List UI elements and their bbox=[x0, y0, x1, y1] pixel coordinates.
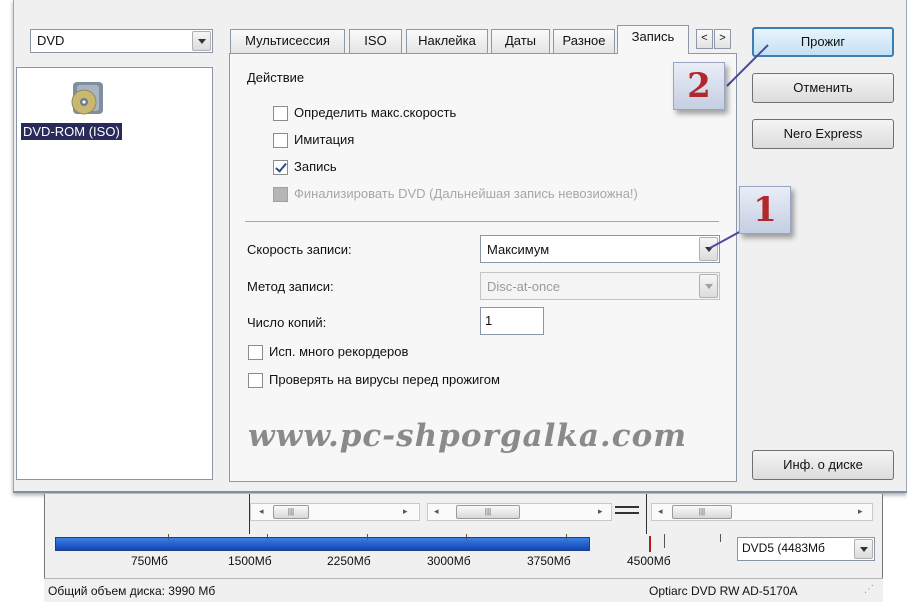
scale-tick bbox=[267, 534, 268, 540]
simulation-label: Имитация bbox=[294, 132, 355, 147]
scroll-right-icon[interactable]: ▸ bbox=[598, 506, 603, 517]
scroll-left-icon[interactable]: ◂ bbox=[658, 506, 663, 517]
disc-size-combo[interactable]: DVD5 (4483Мб bbox=[737, 537, 875, 561]
capacity-limit-marker bbox=[649, 536, 651, 552]
disc-capacity-bar bbox=[55, 537, 590, 551]
scale-label: 4500Мб bbox=[627, 554, 671, 568]
copies-label: Число копий: bbox=[247, 315, 327, 330]
pane-divider bbox=[646, 494, 647, 534]
chevron-down-icon[interactable] bbox=[854, 539, 873, 559]
device-type-value: DVD bbox=[37, 33, 65, 48]
write-speed-label: Скорость записи: bbox=[247, 242, 352, 257]
simulation-checkbox[interactable] bbox=[273, 133, 288, 148]
write-method-label: Метод записи: bbox=[247, 279, 334, 294]
horizontal-scrollbar[interactable]: ◂ ||| ▸ bbox=[427, 503, 612, 521]
tab-scroll-right-icon[interactable]: > bbox=[714, 29, 731, 49]
scale-label: 2250Мб bbox=[327, 554, 371, 568]
status-bar: Общий объем диска: 3990 Мб Optiarc DVD R… bbox=[44, 578, 883, 602]
write-speed-combo[interactable]: Максимум bbox=[480, 235, 720, 263]
write-method-combo: Disc-at-once bbox=[480, 272, 720, 300]
tab-scroll-left-icon[interactable]: < bbox=[696, 29, 713, 49]
write-label: Запись bbox=[294, 159, 337, 174]
chevron-down-icon bbox=[699, 274, 718, 298]
scale-label: 750Мб bbox=[131, 554, 168, 568]
nero-express-button[interactable]: Nero Express bbox=[752, 119, 894, 149]
scale-tick bbox=[168, 534, 169, 540]
scale-label: 1500Мб bbox=[228, 554, 272, 568]
scale-label: 3000Мб bbox=[427, 554, 471, 568]
scroll-right-icon[interactable]: ▸ bbox=[403, 506, 408, 517]
cancel-button[interactable]: Отменить bbox=[752, 73, 894, 103]
finalize-dvd-label: Финализировать DVD (Дальнейшая запись не… bbox=[294, 186, 638, 201]
write-speed-value: Максимум bbox=[487, 242, 550, 257]
callout-badge-2: 2 bbox=[673, 62, 725, 110]
copies-input[interactable]: 1 bbox=[480, 307, 544, 335]
callout-badge-1: 1 bbox=[739, 186, 791, 234]
device-list[interactable]: DVD-ROM (ISO) bbox=[16, 67, 213, 480]
detect-max-speed-checkbox[interactable] bbox=[273, 106, 288, 121]
tab-dates[interactable]: Даты bbox=[491, 29, 550, 53]
chevron-down-icon[interactable] bbox=[699, 237, 718, 261]
disc-info-button[interactable]: Инф. о диске bbox=[752, 450, 894, 480]
device-item-label[interactable]: DVD-ROM (ISO) bbox=[21, 123, 122, 140]
tab-misc[interactable]: Разное bbox=[553, 29, 615, 53]
burn-button[interactable]: Прожиг bbox=[752, 27, 894, 57]
splitter-grip-icon[interactable] bbox=[615, 506, 639, 514]
write-checkbox[interactable] bbox=[273, 160, 288, 175]
watermark: www.pc-shporgalka.com bbox=[248, 418, 688, 454]
scale-tick bbox=[720, 534, 721, 542]
virus-check-checkbox[interactable] bbox=[248, 373, 263, 388]
scroll-thumb[interactable]: ||| bbox=[672, 505, 732, 519]
action-heading: Действие bbox=[247, 70, 305, 85]
horizontal-scrollbar[interactable]: ◂ ||| ▸ bbox=[250, 503, 420, 521]
resize-grip-icon[interactable]: ⋰ bbox=[864, 584, 874, 595]
write-method-value: Disc-at-once bbox=[487, 279, 560, 294]
scale-tick bbox=[566, 534, 567, 540]
scroll-right-icon[interactable]: ▸ bbox=[858, 506, 863, 517]
scale-label: 3750Мб bbox=[527, 554, 571, 568]
separator bbox=[245, 221, 719, 222]
dvd-disc-icon bbox=[71, 82, 103, 115]
detect-max-speed-label: Определить макс.скорость bbox=[294, 105, 457, 120]
scale-tick bbox=[664, 534, 665, 548]
tab-multisession[interactable]: Мультисессия bbox=[230, 29, 345, 53]
multi-recorder-checkbox[interactable] bbox=[248, 345, 263, 360]
chevron-down-icon[interactable] bbox=[192, 31, 211, 51]
scale-tick bbox=[367, 534, 368, 540]
scroll-thumb[interactable]: ||| bbox=[456, 505, 520, 519]
tab-burn[interactable]: Запись bbox=[617, 25, 689, 54]
disc-size-value: DVD5 (4483Мб bbox=[742, 541, 825, 555]
tab-label[interactable]: Наклейка bbox=[406, 29, 488, 53]
virus-check-label: Проверять на вирусы перед прожигом bbox=[269, 372, 500, 387]
copies-value: 1 bbox=[485, 313, 493, 328]
status-drive-name: Optiarc DVD RW AD-5170A bbox=[649, 584, 798, 598]
device-type-combo[interactable]: DVD bbox=[30, 29, 213, 53]
scroll-left-icon[interactable]: ◂ bbox=[434, 506, 439, 517]
scroll-thumb[interactable]: ||| bbox=[273, 505, 309, 519]
finalize-dvd-checkbox bbox=[273, 187, 288, 202]
status-total-size: Общий объем диска: 3990 Мб bbox=[48, 584, 216, 598]
multi-recorder-label: Исп. много рекордеров bbox=[269, 344, 409, 359]
scale-tick bbox=[466, 534, 467, 540]
horizontal-scrollbar[interactable]: ◂ ||| ▸ bbox=[651, 503, 873, 521]
tab-iso[interactable]: ISO bbox=[349, 29, 402, 53]
scroll-left-icon[interactable]: ◂ bbox=[259, 506, 264, 517]
